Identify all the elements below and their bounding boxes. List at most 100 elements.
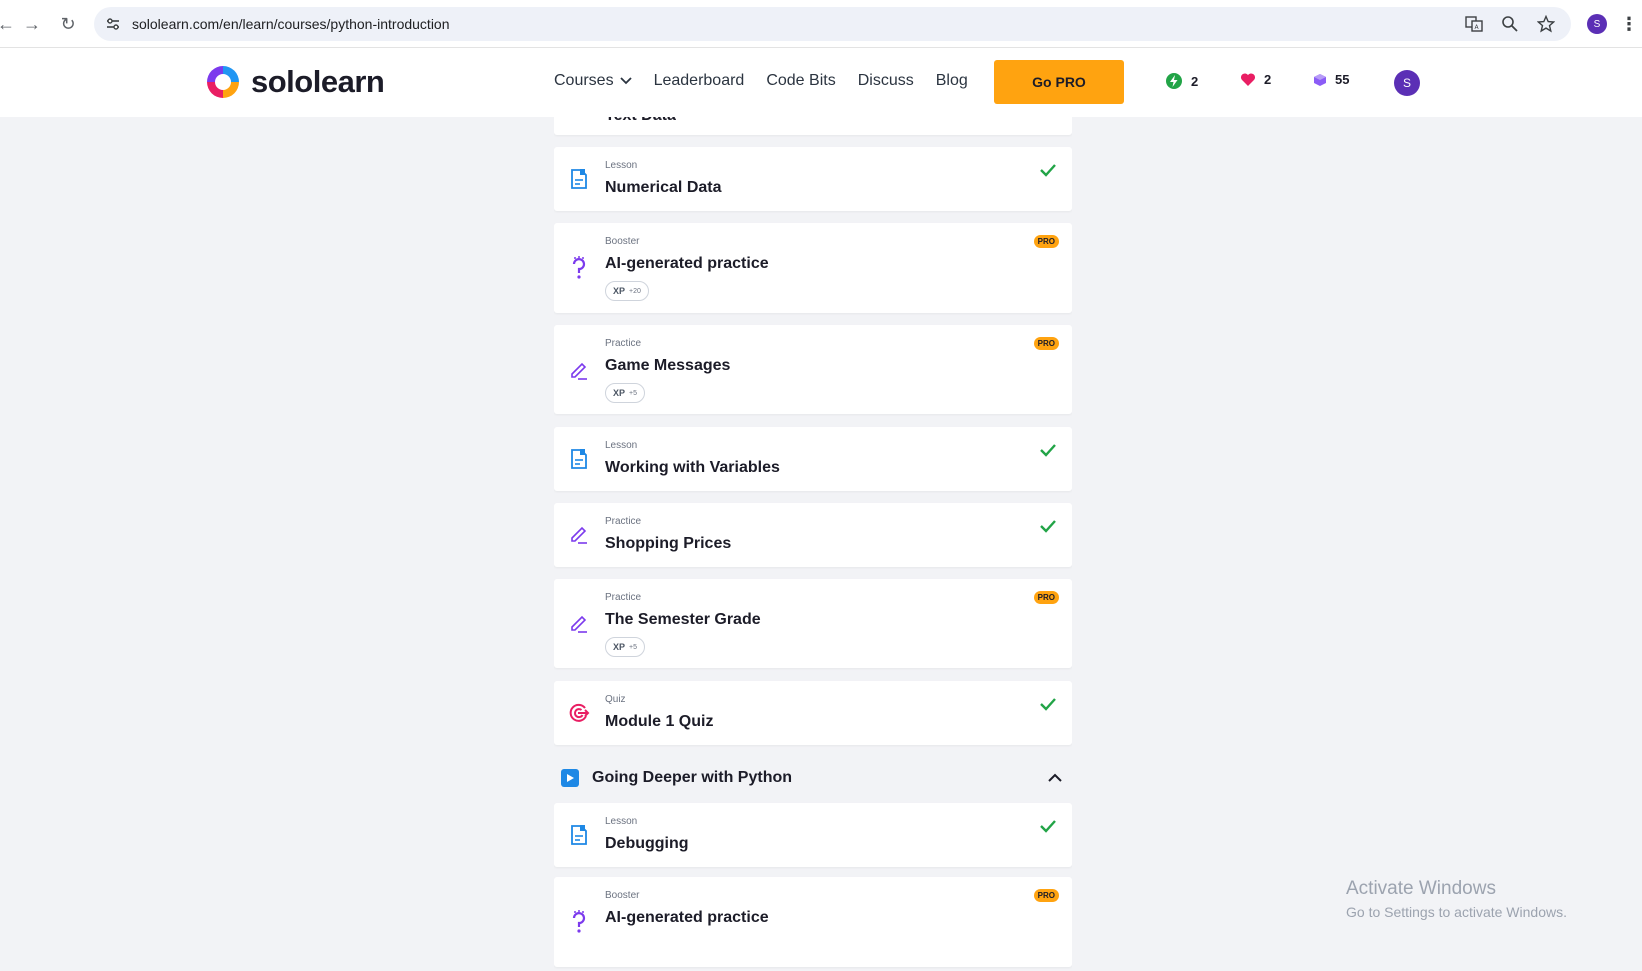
translate-icon[interactable]: A [1463, 13, 1485, 35]
quiz-card[interactable]: Quiz Module 1 Quiz [554, 681, 1072, 745]
activate-windows-watermark: Activate Windows Go to Settings to activ… [1346, 878, 1567, 920]
pro-badge: PRO [1033, 235, 1059, 248]
lesson-type: Booster [605, 236, 640, 247]
module-title: Going Deeper with Python [592, 769, 793, 786]
lesson-type: Practice [605, 338, 642, 349]
nav-courses-label: Courses [554, 72, 614, 89]
main-nav: Courses Leaderboard Code Bits Discuss Bl… [554, 72, 968, 90]
xp-value: +20 [629, 287, 641, 295]
lesson-title: Shopping Prices [605, 535, 732, 552]
site-header: sololearn Courses Leaderboard Code Bits … [0, 48, 1642, 117]
zoom-icon[interactable] [1499, 13, 1521, 35]
play-icon [561, 769, 579, 787]
browser-menu-icon[interactable]: ⋮ [1620, 12, 1638, 36]
lesson-title: Debugging [605, 835, 689, 852]
lesson-type: Practice [605, 592, 642, 603]
forward-icon[interactable]: → [20, 12, 44, 36]
back-icon[interactable]: ← [0, 12, 18, 36]
lesson-title: Module 1 Quiz [605, 713, 714, 730]
xp-label: XP [613, 286, 626, 296]
nav-courses[interactable]: Courses [554, 72, 632, 90]
heart-icon [1240, 73, 1256, 86]
booster-card[interactable]: Booster AI-generated practice PRO XP +20 [554, 223, 1072, 313]
chevron-down-icon [619, 77, 632, 85]
lesson-title: Numerical Data [605, 179, 722, 196]
pro-badge: PRO [1033, 337, 1059, 350]
browser-profile-avatar[interactable]: S [1587, 14, 1607, 34]
lesson-doc-icon [568, 168, 590, 190]
module-header[interactable]: Going Deeper with Python [554, 757, 1072, 801]
xp-label: XP [613, 642, 626, 652]
completed-check-icon [1040, 444, 1056, 457]
lesson-card[interactable]: Lesson Working with Variables [554, 427, 1072, 491]
lesson-title: Working with Variables [605, 459, 780, 476]
reload-icon[interactable]: ↻ [56, 12, 80, 36]
sololearn-logo[interactable]: sololearn [203, 62, 385, 102]
nav-blog[interactable]: Blog [936, 72, 968, 90]
xp-value: +5 [629, 643, 637, 651]
chevron-up-icon[interactable] [1046, 769, 1064, 787]
practice-pencil-icon [568, 524, 590, 546]
lesson-type: Booster [605, 890, 640, 901]
nav-leaderboard[interactable]: Leaderboard [654, 72, 745, 90]
xp-label: XP [613, 388, 626, 398]
url-text[interactable]: sololearn.com/en/learn/courses/python-in… [132, 16, 450, 32]
go-pro-button[interactable]: Go PRO [994, 60, 1124, 104]
lesson-type: Lesson [605, 816, 638, 827]
streak-bolt-icon [1166, 73, 1182, 89]
lesson-type: Lesson [605, 440, 638, 451]
lesson-title: AI-generated practice [605, 909, 769, 926]
lesson-card-text-data[interactable]: Text Data [554, 117, 1072, 135]
course-outline: Text Data Lesson Numerical Data Booster … [554, 117, 1072, 971]
xp-chip: XP +5 [605, 383, 645, 403]
xp-chip: XP +20 [605, 281, 649, 301]
brand-name: sololearn [251, 64, 385, 99]
lesson-card[interactable]: Lesson Numerical Data [554, 147, 1072, 211]
bookmark-star-icon[interactable] [1535, 13, 1557, 35]
watermark-title: Activate Windows [1346, 878, 1496, 899]
hearts-count: 2 [1264, 72, 1272, 87]
practice-card[interactable]: Practice Game Messages PRO XP +5 [554, 325, 1072, 414]
completed-check-icon [1040, 520, 1056, 533]
lesson-type: Lesson [605, 160, 638, 171]
quiz-target-icon [568, 702, 590, 724]
streak-counter[interactable]: 2 [1165, 72, 1198, 90]
lesson-doc-icon [568, 824, 590, 846]
xp-chip: XP +5 [605, 637, 645, 657]
site-info-icon[interactable] [104, 15, 122, 33]
sololearn-logo-icon [207, 66, 239, 98]
lesson-doc-icon [568, 448, 590, 470]
hearts-counter[interactable]: 2 [1240, 72, 1271, 87]
address-bar[interactable]: sololearn.com/en/learn/courses/python-in… [94, 7, 1571, 41]
user-avatar[interactable]: S [1394, 70, 1420, 96]
lesson-title: The Semester Grade [605, 611, 761, 628]
nav-discuss[interactable]: Discuss [858, 72, 914, 90]
completed-check-icon [1040, 820, 1056, 833]
bits-counter[interactable]: 55 [1313, 72, 1349, 87]
pro-badge: PRO [1033, 591, 1059, 604]
booster-question-icon [568, 256, 590, 279]
bits-cube-icon [1314, 73, 1326, 86]
lesson-card[interactable]: Lesson Debugging [554, 803, 1072, 867]
lesson-title: Text Data [605, 117, 676, 125]
completed-check-icon [1040, 164, 1056, 177]
browser-toolbar: ← → ↻ sololearn.com/en/learn/courses/pyt… [0, 0, 1642, 48]
bits-count: 55 [1335, 72, 1350, 87]
lesson-title: Game Messages [605, 357, 731, 374]
practice-pencil-icon [568, 613, 590, 635]
watermark-subtitle: Go to Settings to activate Windows. [1346, 904, 1567, 920]
lesson-icon [568, 117, 590, 125]
practice-card[interactable]: Practice Shopping Prices [554, 503, 1072, 567]
lesson-type: Practice [605, 516, 642, 527]
pro-badge: PRO [1033, 889, 1059, 902]
booster-card[interactable]: Booster AI-generated practice PRO [554, 877, 1072, 967]
streak-count: 2 [1191, 73, 1199, 89]
lesson-title: AI-generated practice [605, 255, 769, 272]
booster-question-icon [568, 910, 590, 933]
xp-value: +5 [629, 389, 637, 397]
nav-code-bits[interactable]: Code Bits [766, 72, 835, 90]
practice-pencil-icon [568, 360, 590, 382]
completed-check-icon [1040, 698, 1056, 711]
practice-card[interactable]: Practice The Semester Grade PRO XP +5 [554, 579, 1072, 668]
lesson-type: Quiz [605, 694, 626, 705]
